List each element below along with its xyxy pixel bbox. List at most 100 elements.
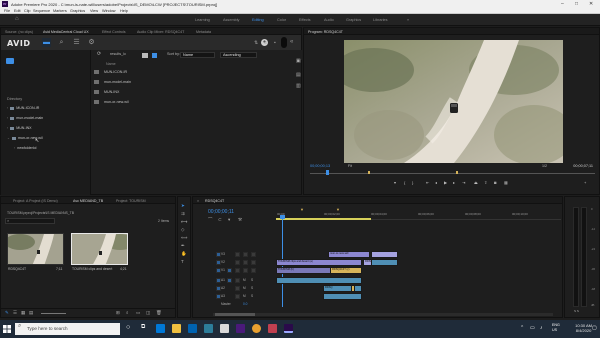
chevron-right-icon[interactable]: › (7, 116, 8, 120)
menu-window[interactable]: Window (102, 9, 116, 13)
list-item[interactable]: mun-or-new-wil (94, 100, 129, 104)
chrome-icon[interactable] (252, 324, 261, 333)
lock-icon[interactable] (235, 252, 240, 257)
mail-icon[interactable] (204, 324, 213, 333)
marker-icon[interactable] (368, 171, 370, 174)
pen-tool-icon[interactable]: ✒ (181, 243, 185, 249)
master-volume[interactable]: 0.0 (243, 302, 247, 306)
program-playhead-timecode[interactable]: 00;00;00;13 (310, 164, 330, 168)
sync-lock-icon[interactable] (243, 260, 248, 265)
list-view-icon[interactable]: ☰ (13, 310, 17, 316)
workspace-color[interactable]: Color (277, 18, 286, 22)
menu-graphics[interactable]: Graphics (70, 9, 85, 13)
list-item[interactable]: MUN-INX (94, 90, 119, 94)
track-target-toggle[interactable] (216, 252, 221, 257)
workspace-more-icon[interactable]: » (407, 18, 409, 22)
timeline-clip[interactable] (371, 259, 398, 266)
pencil-icon[interactable]: ✎ (5, 310, 9, 316)
cortana-icon[interactable]: ○ (126, 324, 130, 331)
lock-icon[interactable] (235, 286, 240, 291)
language-indicator[interactable]: ENG US (552, 323, 560, 333)
track-target-toggle[interactable] (216, 286, 221, 291)
razor-tool-icon[interactable]: ◇ (181, 227, 184, 233)
ripple-edit-icon[interactable]: ⟷ (181, 219, 187, 225)
volume-icon[interactable]: ♪ (540, 325, 543, 331)
process-icon[interactable]: ⚙ (87, 38, 96, 47)
workspace-audio[interactable]: Audio (324, 18, 334, 22)
source-patch-toggle[interactable] (227, 278, 232, 283)
tab-project-tourism[interactable]: Project: TOURISM (116, 199, 146, 203)
media-encoder-icon[interactable] (236, 324, 245, 333)
menu-sequence[interactable]: Sequence (33, 9, 50, 13)
new-bin-icon[interactable]: ▭ (136, 310, 140, 316)
resolution-select[interactable]: 1/2 (542, 164, 547, 168)
solo-button[interactable]: S (251, 278, 253, 282)
mark-out-icon[interactable]: } (412, 180, 413, 185)
clear-icon[interactable]: 🗑 (156, 310, 162, 316)
comparison-view-icon[interactable]: ▦ (504, 180, 508, 185)
lock-icon[interactable] (235, 268, 240, 273)
column-header-name[interactable]: Name (106, 62, 116, 66)
tree-item[interactable]: › newfolderlol (14, 146, 36, 150)
eye-icon[interactable] (251, 268, 256, 273)
tree-item[interactable]: › mun-model-main (7, 116, 43, 120)
sync-icon[interactable]: ⇅ (254, 40, 258, 46)
close-icon[interactable]: ✕ (589, 1, 593, 7)
track-target-toggle[interactable] (216, 268, 221, 273)
eye-icon[interactable] (251, 252, 256, 257)
edge-icon[interactable] (156, 324, 165, 333)
folder-icon[interactable] (6, 58, 14, 64)
taskbar-clock[interactable]: 10:30 AM 8/4/2020 (575, 323, 592, 333)
icon-view-icon[interactable]: ▦ (21, 310, 25, 316)
browse-folder-icon[interactable]: ▬ (42, 38, 51, 47)
step-forward-icon[interactable]: ▸ (453, 180, 455, 185)
track-target-toggle[interactable] (216, 278, 221, 283)
track-target-toggle[interactable] (216, 260, 221, 265)
lift-icon[interactable]: ⏏ (474, 180, 478, 185)
sort-field-select[interactable]: Name (180, 51, 215, 58)
premiere-taskbar-icon[interactable] (284, 324, 293, 333)
timeline-clip[interactable]: RDSQ4C4T (c) (330, 267, 362, 274)
tab-program[interactable]: Program: RDSQ4C4T (308, 30, 343, 34)
tab-sequence[interactable]: RDSQ4C4T (205, 199, 224, 203)
linked-selection-icon[interactable]: ⊂ (218, 217, 222, 223)
chevron-right-icon[interactable]: › (7, 126, 8, 130)
lock-icon[interactable] (235, 278, 240, 283)
maximize-icon[interactable]: □ (575, 1, 578, 7)
timeline-clip[interactable] (371, 251, 398, 258)
find-icon[interactable]: ⌕ (126, 310, 129, 315)
minimize-icon[interactable]: – (561, 1, 564, 7)
tab-metadata[interactable]: Metadata (196, 30, 211, 34)
more-options-icon[interactable]: ≡ (264, 40, 267, 46)
tab-avid-mediacentral[interactable]: Avid MediaCentral Cloud UX (43, 30, 89, 34)
fit-select[interactable]: Fit (348, 164, 352, 168)
sync-lock-icon[interactable] (243, 268, 248, 273)
slip-tool-icon[interactable]: ⟺ (181, 235, 187, 241)
marker-icon[interactable]: ▼ (336, 207, 340, 212)
hand-tool-icon[interactable]: ✋ (181, 251, 187, 257)
scrollbar-thumb[interactable] (215, 313, 255, 316)
mini-timeline[interactable] (310, 173, 595, 174)
add-marker-icon[interactable]: ▾ (394, 180, 396, 185)
work-area-bar[interactable] (276, 218, 371, 220)
app-icon[interactable] (268, 324, 277, 333)
refresh-icon[interactable]: ⟳ (97, 51, 101, 57)
file-explorer-icon[interactable] (172, 324, 181, 333)
home-icon[interactable]: ⌂ (15, 16, 19, 22)
solo-button[interactable]: S (251, 294, 253, 298)
panel-side-icon[interactable]: ▤ (296, 72, 301, 78)
sort-order-select[interactable]: Ascending (220, 51, 257, 58)
timeline-clip[interactable] (276, 277, 362, 284)
menu-edit[interactable]: Edit (14, 9, 21, 13)
list-view-icon[interactable] (142, 52, 148, 58)
workspace-editing[interactable]: Editing (252, 18, 264, 22)
marker-icon[interactable]: ▼ (300, 207, 304, 212)
extract-icon[interactable]: ⇧ (484, 180, 487, 185)
lock-icon[interactable] (235, 294, 240, 299)
mute-button[interactable]: M (243, 294, 246, 298)
mark-in-icon[interactable]: { (404, 180, 405, 185)
workspace-graphics[interactable]: Graphics (346, 18, 361, 22)
automate-icon[interactable]: ⊞ (116, 310, 120, 316)
track-target-toggle[interactable] (216, 294, 221, 299)
step-back-icon[interactable]: ◂ (435, 180, 437, 185)
